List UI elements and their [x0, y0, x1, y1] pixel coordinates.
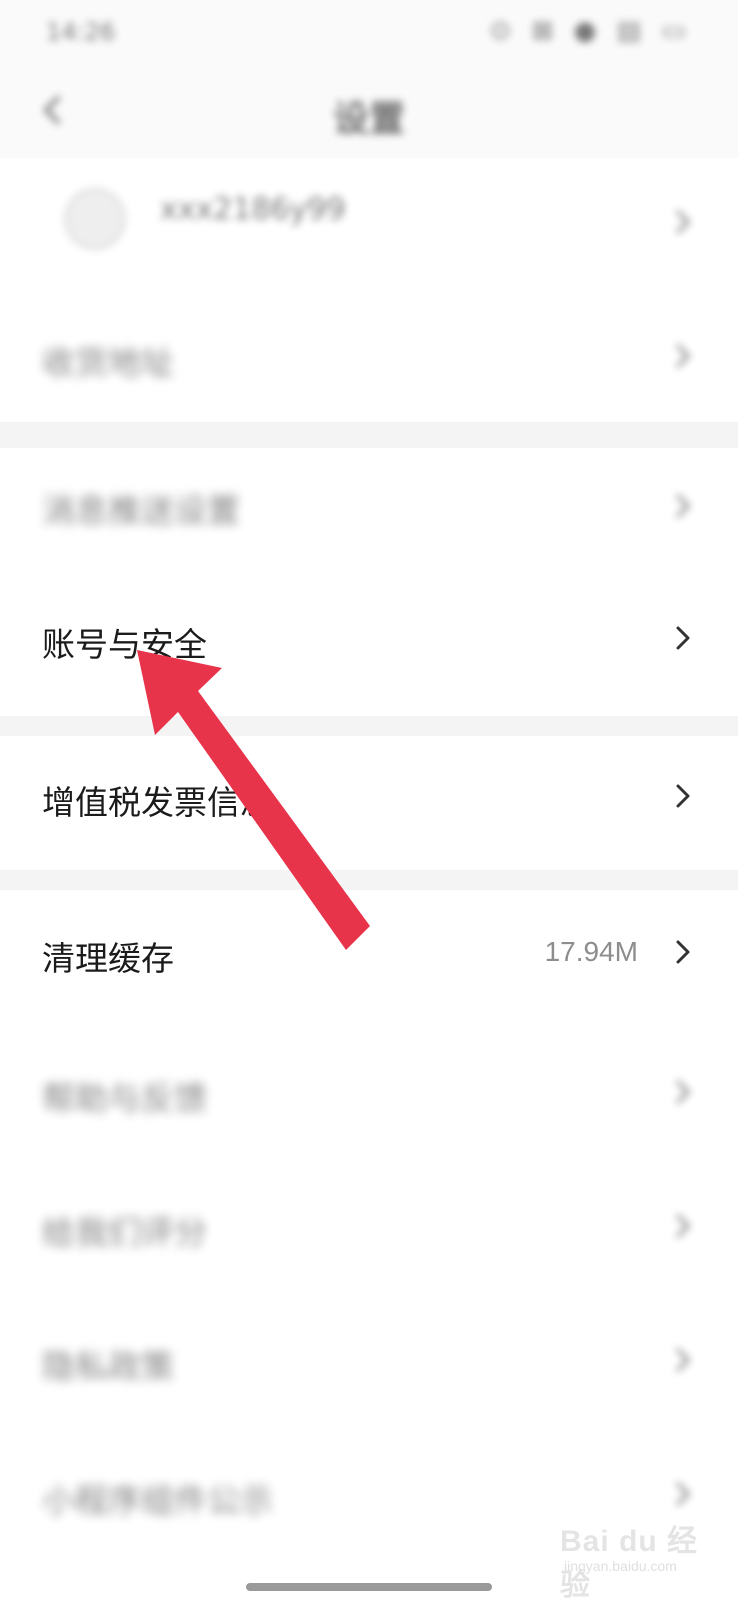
chevron-right-icon [676, 494, 690, 518]
chevron-right-icon [676, 940, 690, 964]
chevron-right-icon [676, 1348, 690, 1372]
row-label: 增值税发票信息 [42, 783, 273, 822]
row-label: 隐私政策 [42, 1347, 174, 1386]
row-vat-invoice[interactable]: 增值税发票信息 [0, 736, 738, 870]
row-label: 消息推送设置 [42, 491, 240, 530]
avatar [64, 188, 126, 250]
cache-size: 17.94M [544, 936, 638, 967]
row-label: 账号与安全 [42, 625, 207, 664]
section-divider [0, 870, 738, 890]
row-rate-us[interactable]: 给我们评分 [0, 1160, 738, 1294]
page-title: 设置 [332, 99, 405, 140]
nav-bar: 设置 [0, 70, 738, 158]
row-help-feedback[interactable]: 帮助与反馈 [0, 1026, 738, 1160]
section-divider [0, 422, 738, 448]
chevron-right-icon [676, 626, 690, 650]
home-indicator[interactable] [246, 1583, 492, 1591]
profile-row[interactable]: xxx2186y99 [0, 158, 738, 286]
chevron-right-icon [676, 1214, 690, 1238]
row-label: 给我们评分 [42, 1213, 207, 1252]
row-privacy-policy[interactable]: 隐私政策 [0, 1294, 738, 1428]
row-shipping-address[interactable]: 收货地址 [0, 292, 738, 422]
status-bar: 14:26 ⊙ ⊠ ● ▤ ▭ [0, 0, 738, 70]
section-divider [0, 716, 738, 736]
chevron-right-icon [676, 344, 690, 368]
chevron-right-icon [676, 1080, 690, 1104]
status-time: 14:26 [46, 18, 116, 46]
chevron-right-icon [676, 784, 690, 808]
watermark-subtext: jingyan.baidu.com [564, 1558, 677, 1574]
row-label: 小程序组件公示 [42, 1481, 273, 1520]
row-label: 帮助与反馈 [42, 1079, 207, 1118]
row-label: 清理缓存 [42, 939, 174, 978]
row-account-security[interactable]: 账号与安全 [0, 578, 738, 716]
username: xxx2186y99 [160, 192, 346, 227]
row-label: 收货地址 [42, 343, 174, 382]
chevron-right-icon [676, 210, 690, 234]
chevron-right-icon [676, 1482, 690, 1506]
status-icons: ⊙ ⊠ ● ▤ ▭ [489, 16, 692, 46]
row-push-settings[interactable]: 消息推送设置 [0, 448, 738, 578]
row-clear-cache[interactable]: 清理缓存 17.94M [0, 890, 738, 1026]
baidu-watermark: Bai du 经验 jingyan.baidu.com [560, 1508, 710, 1602]
